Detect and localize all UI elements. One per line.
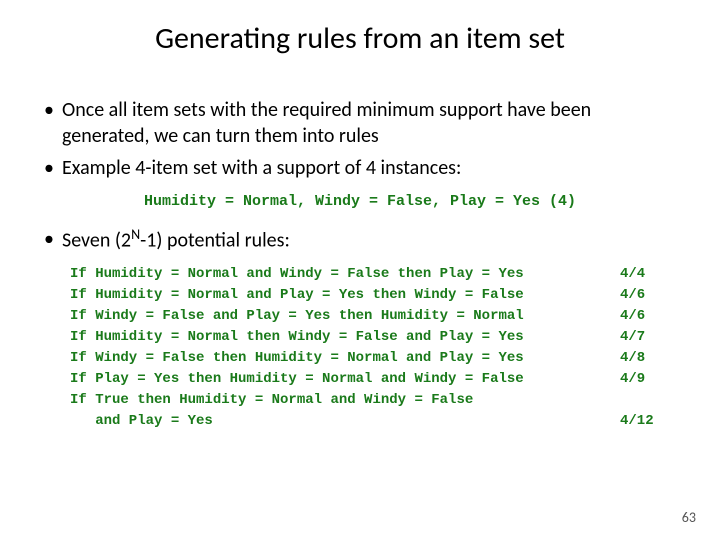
itemset-line: Humidity = Normal, Windy = False, Play =… xyxy=(40,193,680,210)
label-pre: Seven (2 xyxy=(62,229,131,253)
page-number: 63 xyxy=(682,509,696,526)
potential-rules-label: Seven (2N-1) potential rules: xyxy=(40,226,680,254)
rules-ratio-column: 4/4 4/6 4/6 4/7 4/8 4/9 4/12 xyxy=(620,264,680,432)
label-sup: N xyxy=(131,226,140,243)
slide-title: Generating rules from an item set xyxy=(40,20,680,57)
bullet-item: Once all item sets with the required min… xyxy=(40,97,680,149)
rules-block: If Humidity = Normal and Windy = False t… xyxy=(70,264,680,432)
bullet-item: Example 4-item set with a support of 4 i… xyxy=(40,155,680,181)
label-post: -1) potential rules: xyxy=(140,229,290,253)
potential-rules-heading: Seven (2N-1) potential rules: xyxy=(40,226,680,254)
bullet-list: Once all item sets with the required min… xyxy=(40,97,680,181)
rules-text-column: If Humidity = Normal and Windy = False t… xyxy=(70,264,620,432)
